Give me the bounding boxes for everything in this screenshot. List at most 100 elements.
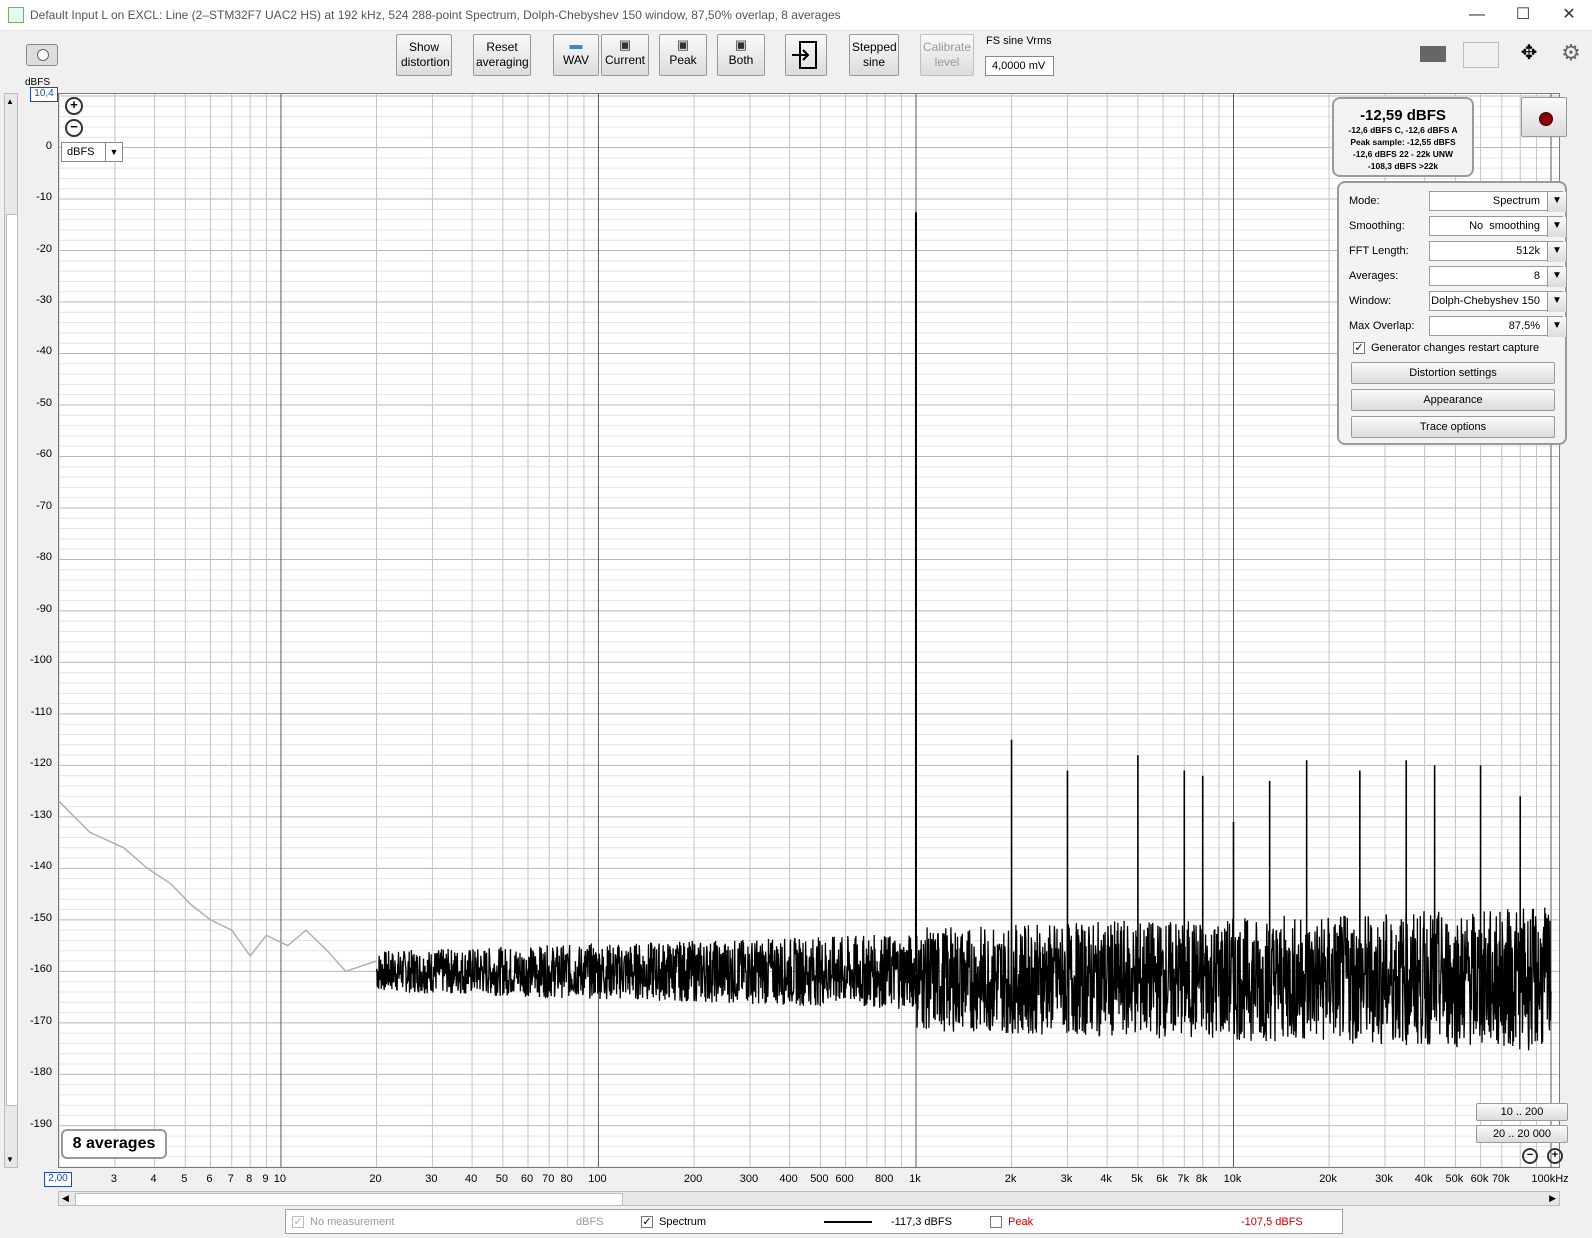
range-10-200-button[interactable]: 10 .. 200	[1476, 1103, 1568, 1121]
x-tick-label: 10k	[1223, 1173, 1242, 1185]
peak-label: Peak	[1008, 1216, 1034, 1228]
stepped-sine-button[interactable]: Stepped sine	[849, 34, 899, 76]
scroll-right-icon[interactable]: ▶	[1549, 1193, 1556, 1204]
record-icon	[1539, 112, 1553, 126]
chevron-down-icon: ▼	[105, 143, 122, 161]
minimize-button[interactable]: —	[1454, 0, 1500, 30]
x-min-input[interactable]: 2,00	[44, 1172, 72, 1187]
show-distortion-button[interactable]: Show distortion	[396, 34, 452, 76]
vertical-scroll-thumb[interactable]	[6, 214, 18, 1106]
spectrum-plot[interactable]	[58, 93, 1560, 1168]
spectrum-trace	[375, 907, 1552, 1051]
no-measurement-checkbox[interactable]: ✓	[292, 1216, 304, 1228]
scroll-left-icon[interactable]: ◀	[62, 1193, 69, 1204]
generator-restart-label: Generator changes restart capture	[1371, 342, 1540, 354]
chevron-down-icon: ▼	[1547, 242, 1566, 262]
level-line-2: Peak sample: -12,55 dBFS	[1350, 137, 1456, 147]
fs-sine-input[interactable]: 4,0000 mV	[985, 56, 1054, 76]
record-button[interactable]	[1521, 97, 1567, 137]
chevron-down-icon: ▼	[1547, 317, 1566, 337]
x-tick-label: 3k	[1060, 1173, 1073, 1185]
y-max-input[interactable]: 10,4	[30, 87, 58, 102]
x-tick-label: 30k	[1375, 1173, 1393, 1185]
x-tick-label: 300	[739, 1173, 759, 1185]
y-tick-label: -80	[36, 551, 52, 564]
zoom-in-icon[interactable]: +	[65, 97, 83, 115]
y-tick-label: -100	[29, 654, 52, 667]
window-select[interactable]: Dolph-Chebyshev 150 ▼	[1429, 291, 1566, 312]
camera-icon[interactable]	[26, 44, 58, 66]
close-button[interactable]: ✕	[1546, 0, 1592, 30]
horizontal-scroll-thumb[interactable]	[75, 1193, 623, 1206]
spectrum-swatch	[824, 1221, 872, 1223]
no-measurement-unit: dBFS	[576, 1216, 604, 1228]
smoothing-row: Smoothing: No smoothing ▼	[1349, 216, 1566, 238]
trace-options-button[interactable]: Trace options	[1351, 416, 1555, 438]
smoothing-select[interactable]: No smoothing ▼	[1429, 216, 1566, 237]
y-tick-label: 0	[45, 139, 52, 152]
floppy-icon: ▣	[734, 37, 748, 52]
x-zoom-in-icon[interactable]: +	[1547, 1148, 1563, 1164]
calibrate-level-button[interactable]: Calibrate level	[920, 34, 974, 76]
range-20-20000-button[interactable]: 20 .. 20 000	[1476, 1125, 1568, 1143]
x-tick-label: 600	[835, 1173, 854, 1185]
save-peak-button[interactable]: ▣ Peak	[659, 34, 707, 76]
import-button[interactable]	[785, 34, 827, 76]
level-readout: -12,59 dBFS -12,6 dBFS C, -12,6 dBFS A P…	[1332, 97, 1474, 177]
y-tick-label: -190	[29, 1117, 52, 1130]
chevron-down-icon: ▼	[1547, 192, 1566, 212]
peak-checkbox[interactable]	[990, 1216, 1002, 1228]
units-select[interactable]: dBFS ▼	[61, 142, 123, 162]
mode-select[interactable]: Spectrum ▼	[1429, 191, 1566, 212]
save-current-button[interactable]: ▣ Current	[601, 34, 649, 76]
columns-icon[interactable]	[1463, 42, 1499, 68]
window-title: Default Input L on EXCL: Line (2–STM32F7…	[30, 8, 841, 22]
overlap-select[interactable]: 87.5% ▼	[1429, 316, 1566, 337]
fft-length-select[interactable]: 512k ▼	[1429, 241, 1566, 262]
y-tick-label: -70	[36, 499, 52, 512]
x-zoom-out-icon[interactable]: −	[1522, 1148, 1538, 1164]
x-tick-label: 100kHz	[1531, 1173, 1569, 1185]
appearance-button[interactable]: Appearance	[1351, 389, 1555, 411]
averages-select[interactable]: 8 ▼	[1429, 266, 1566, 287]
maximize-button[interactable]: ☐	[1500, 0, 1546, 30]
scroll-down-icon[interactable]: ▼	[6, 1155, 14, 1164]
spectrum-label: Spectrum	[659, 1216, 707, 1228]
vertical-scrollbar[interactable]: ▲ ▼	[4, 93, 18, 1168]
x-tick-label: 20k	[1319, 1173, 1337, 1185]
x-tick-label: 20	[369, 1173, 382, 1185]
wav-button[interactable]: ▬ WAV	[553, 34, 599, 76]
scroll-up-icon[interactable]: ▲	[6, 97, 14, 106]
averages-row: Averages: 8 ▼	[1349, 266, 1566, 288]
y-tick-label: -90	[36, 602, 52, 615]
layout-icon[interactable]	[1416, 44, 1450, 64]
spectrum-checkbox[interactable]: ✓	[641, 1216, 653, 1228]
horizontal-scrollbar[interactable]: ◀ ▶	[58, 1191, 1560, 1206]
y-tick-label: -180	[29, 1066, 52, 1079]
x-tick-label: 10	[273, 1173, 287, 1185]
fit-arrows-icon[interactable]: ✥	[1512, 40, 1546, 68]
y-tick-label: -130	[29, 808, 52, 821]
y-tick-label: -10	[36, 191, 52, 204]
fs-sine-label: FS sine Vrms	[986, 35, 1052, 47]
zoom-out-icon[interactable]: −	[65, 119, 83, 137]
level-line-3: -12,6 dBFS 22 - 22k UNW	[1352, 149, 1454, 159]
settings-panel: Mode: Spectrum ▼ Smoothing: No smoothing ▼…	[1337, 181, 1567, 445]
reset-averaging-button[interactable]: Reset averaging	[473, 34, 531, 76]
legend-bar: ✓ No measurement dBFS ✓ Spectrum -117,3 …	[285, 1209, 1343, 1234]
averages-badge: 8 averages	[61, 1129, 167, 1159]
y-tick-label: -140	[29, 860, 52, 873]
fft-length-row: FFT Length: 512k ▼	[1349, 241, 1566, 263]
distortion-settings-button[interactable]: Distortion settings	[1351, 362, 1555, 384]
title-bar: Default Input L on EXCL: Line (2–STM32F7…	[0, 0, 1592, 31]
level-main: -12,59 dBFS	[1360, 107, 1446, 124]
gear-icon[interactable]: ⚙	[1558, 40, 1584, 66]
y-tick-label: -50	[36, 396, 52, 409]
generator-restart-checkbox[interactable]: ✓	[1353, 342, 1365, 354]
window-row: Window: Dolph-Chebyshev 150 ▼	[1349, 291, 1566, 313]
y-tick-label: -30	[36, 294, 52, 306]
spectrum-value: -117,3 dBFS	[891, 1216, 952, 1228]
save-both-button[interactable]: ▣ Both	[717, 34, 765, 76]
no-measurement-label: No measurement	[310, 1216, 395, 1228]
chevron-down-icon: ▼	[1547, 292, 1566, 312]
